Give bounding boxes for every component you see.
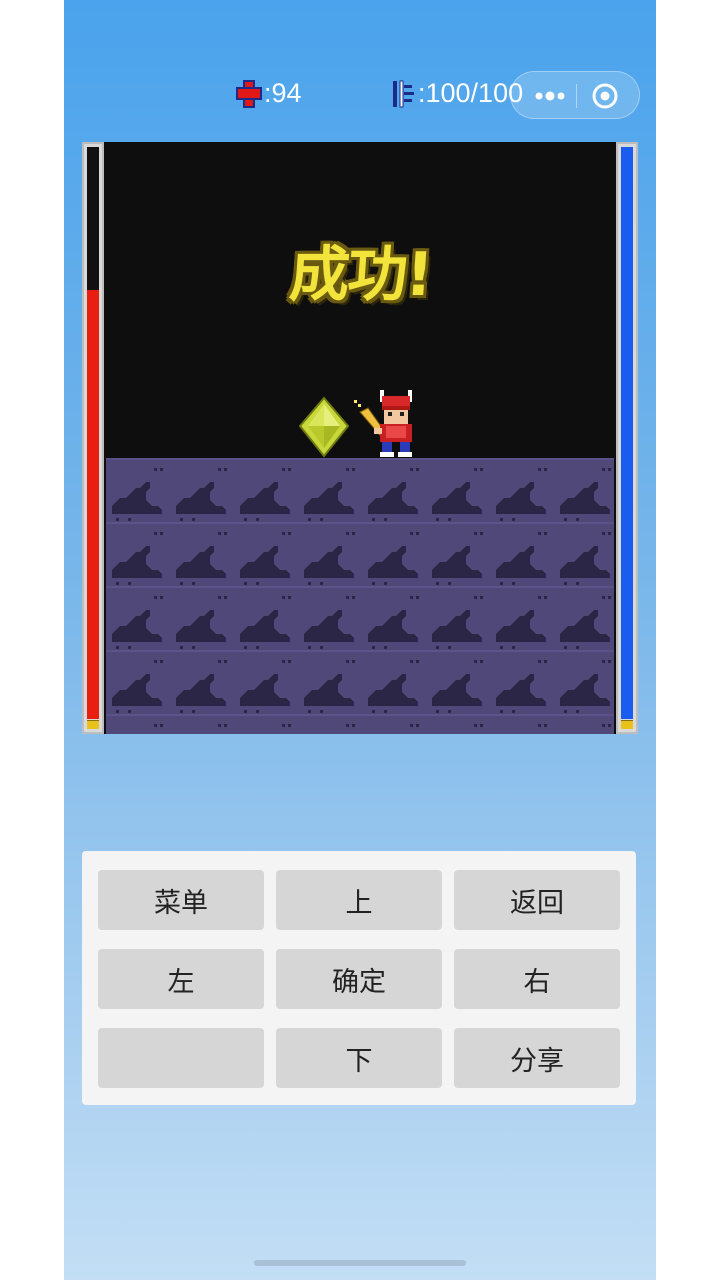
- mp-bar-fill: [621, 147, 633, 719]
- success-banner: 成功!: [287, 240, 434, 310]
- hp-bar: [82, 142, 104, 734]
- mp-bar-track: [621, 147, 633, 719]
- sword-gauge-icon: [393, 80, 414, 107]
- mp-bar-cap: [621, 720, 633, 729]
- capsule-divider: [576, 84, 577, 108]
- hp-value: :94: [264, 78, 302, 108]
- game-canvas[interactable]: 成功!: [82, 142, 638, 734]
- mp-bar: [616, 142, 638, 734]
- up-button[interactable]: 上: [276, 870, 442, 930]
- stone-ground: [106, 458, 614, 734]
- green-crystal-icon: [298, 396, 350, 458]
- hp-readout: :94: [236, 78, 302, 109]
- hp-bar-fill: [87, 290, 99, 719]
- confirm-button[interactable]: 确定: [276, 949, 442, 1009]
- red-cross-icon: [236, 79, 262, 108]
- home-indicator: [254, 1260, 466, 1266]
- share-button[interactable]: 分享: [454, 1028, 620, 1088]
- left-button[interactable]: 左: [98, 949, 264, 1009]
- back-button[interactable]: 返回: [454, 870, 620, 930]
- hp-bar-track: [87, 147, 99, 719]
- mp-value: :100/100: [418, 78, 524, 108]
- hero-sprite: [354, 390, 412, 457]
- blank-button[interactable]: [98, 1028, 264, 1088]
- target-circle-icon[interactable]: [591, 82, 619, 110]
- control-pad: 菜单 上 返回 左 确定 右 下 分享: [82, 851, 636, 1105]
- mini-program-screen: :94 :100/100 成功! 菜单 上 返回 左 确定 右 下 分享: [64, 0, 656, 1280]
- right-button[interactable]: 右: [454, 949, 620, 1009]
- more-dots-icon[interactable]: [533, 85, 567, 107]
- mini-program-capsule: [510, 71, 640, 119]
- hp-bar-cap: [87, 720, 99, 729]
- playfield: 成功!: [106, 142, 614, 734]
- down-button[interactable]: 下: [276, 1028, 442, 1088]
- menu-button[interactable]: 菜单: [98, 870, 264, 930]
- mp-readout: :100/100: [390, 78, 523, 109]
